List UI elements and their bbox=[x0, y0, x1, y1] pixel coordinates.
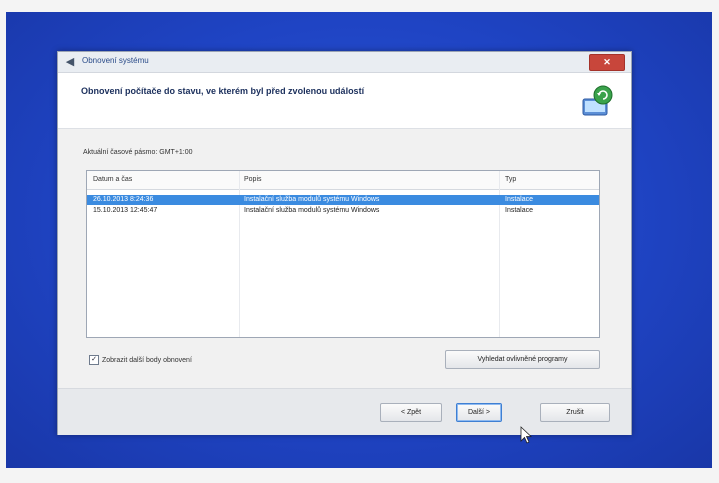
back-button[interactable]: < Zpět bbox=[380, 403, 442, 422]
list-header: Datum a čas Popis Typ bbox=[87, 171, 599, 190]
page-title: Obnovení počítače do stavu, ve kterém by… bbox=[81, 86, 365, 96]
table-row[interactable]: 26.10.2013 8:24:36 Instalační služba mod… bbox=[87, 195, 599, 205]
system-restore-icon bbox=[582, 85, 613, 116]
column-header-description[interactable]: Popis bbox=[244, 176, 262, 183]
row-type: Instalace bbox=[505, 207, 534, 214]
mouse-pointer-icon bbox=[520, 426, 532, 444]
system-restore-dialog: ◀ Obnovení systému ✕ Obnovení počítače d… bbox=[57, 51, 632, 435]
close-button[interactable]: ✕ bbox=[589, 54, 625, 71]
back-arrow-icon[interactable]: ◀ bbox=[63, 55, 77, 69]
row-description: Instalační služba modulů systému Windows bbox=[244, 207, 380, 214]
cancel-button[interactable]: Zrušit bbox=[540, 403, 610, 422]
row-date: 15.10.2013 12:45:47 bbox=[93, 207, 158, 214]
table-row[interactable]: 15.10.2013 12:45:47 Instalační služba mo… bbox=[87, 206, 599, 216]
dialog-header: Obnovení počítače do stavu, ve kterém by… bbox=[58, 73, 631, 129]
row-date: 26.10.2013 8:24:36 bbox=[93, 196, 154, 203]
restore-points-list[interactable]: Datum a čas Popis Typ 26.10.2013 8:24:36… bbox=[86, 170, 600, 338]
row-description: Instalační služba modulů systému Windows bbox=[244, 196, 380, 203]
title-bar: ◀ Obnovení systému ✕ bbox=[58, 52, 631, 73]
checkbox-label: Zobrazit další body obnovení bbox=[102, 356, 192, 364]
timezone-label: Aktuální časové pásmo: GMT+1:00 bbox=[83, 149, 193, 156]
next-button[interactable]: Další > bbox=[456, 403, 502, 422]
show-more-restore-points[interactable]: ✓ Zobrazit další body obnovení bbox=[89, 355, 192, 366]
column-header-type[interactable]: Typ bbox=[505, 176, 516, 183]
checkbox[interactable]: ✓ bbox=[89, 355, 99, 365]
row-type: Instalace bbox=[505, 196, 534, 203]
window-title: Obnovení systému bbox=[82, 56, 149, 65]
column-header-date[interactable]: Datum a čas bbox=[93, 176, 132, 183]
scan-affected-programs-button[interactable]: Vyhledat ovlivněné programy bbox=[445, 350, 600, 369]
